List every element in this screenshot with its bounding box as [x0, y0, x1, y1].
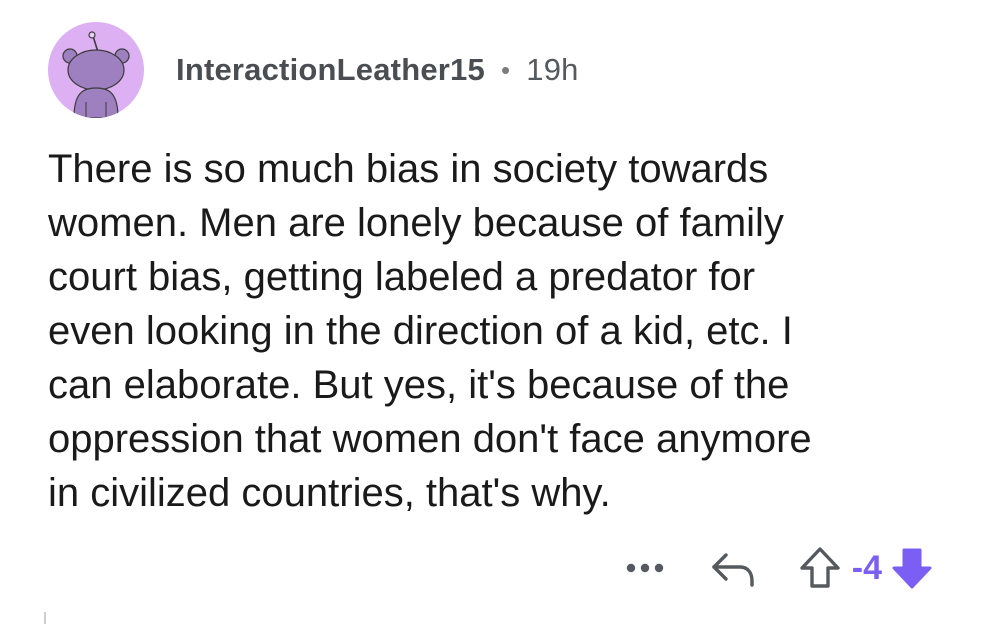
more-options-icon[interactable]: [620, 543, 670, 593]
meta-separator: •: [500, 54, 511, 85]
downvote-arrow-icon[interactable]: [888, 543, 936, 593]
timestamp: 19h: [526, 52, 579, 87]
comment-meta: InteractionLeather15 • 19h: [176, 52, 579, 88]
comment-actions: -4: [620, 540, 936, 596]
reply-icon[interactable]: [708, 543, 758, 593]
snoo-avatar-icon: [62, 31, 130, 118]
thread-line: [44, 612, 46, 624]
comment-header: InteractionLeather15 • 19h: [48, 22, 579, 118]
upvote-arrow-icon[interactable]: [796, 543, 844, 593]
comment: InteractionLeather15 • 19h There is so m…: [0, 0, 984, 624]
avatar[interactable]: [48, 22, 144, 118]
username[interactable]: InteractionLeather15: [176, 52, 485, 88]
comment-body: There is so much bias in society towards…: [48, 147, 812, 515]
vote-score: -4: [851, 548, 882, 587]
